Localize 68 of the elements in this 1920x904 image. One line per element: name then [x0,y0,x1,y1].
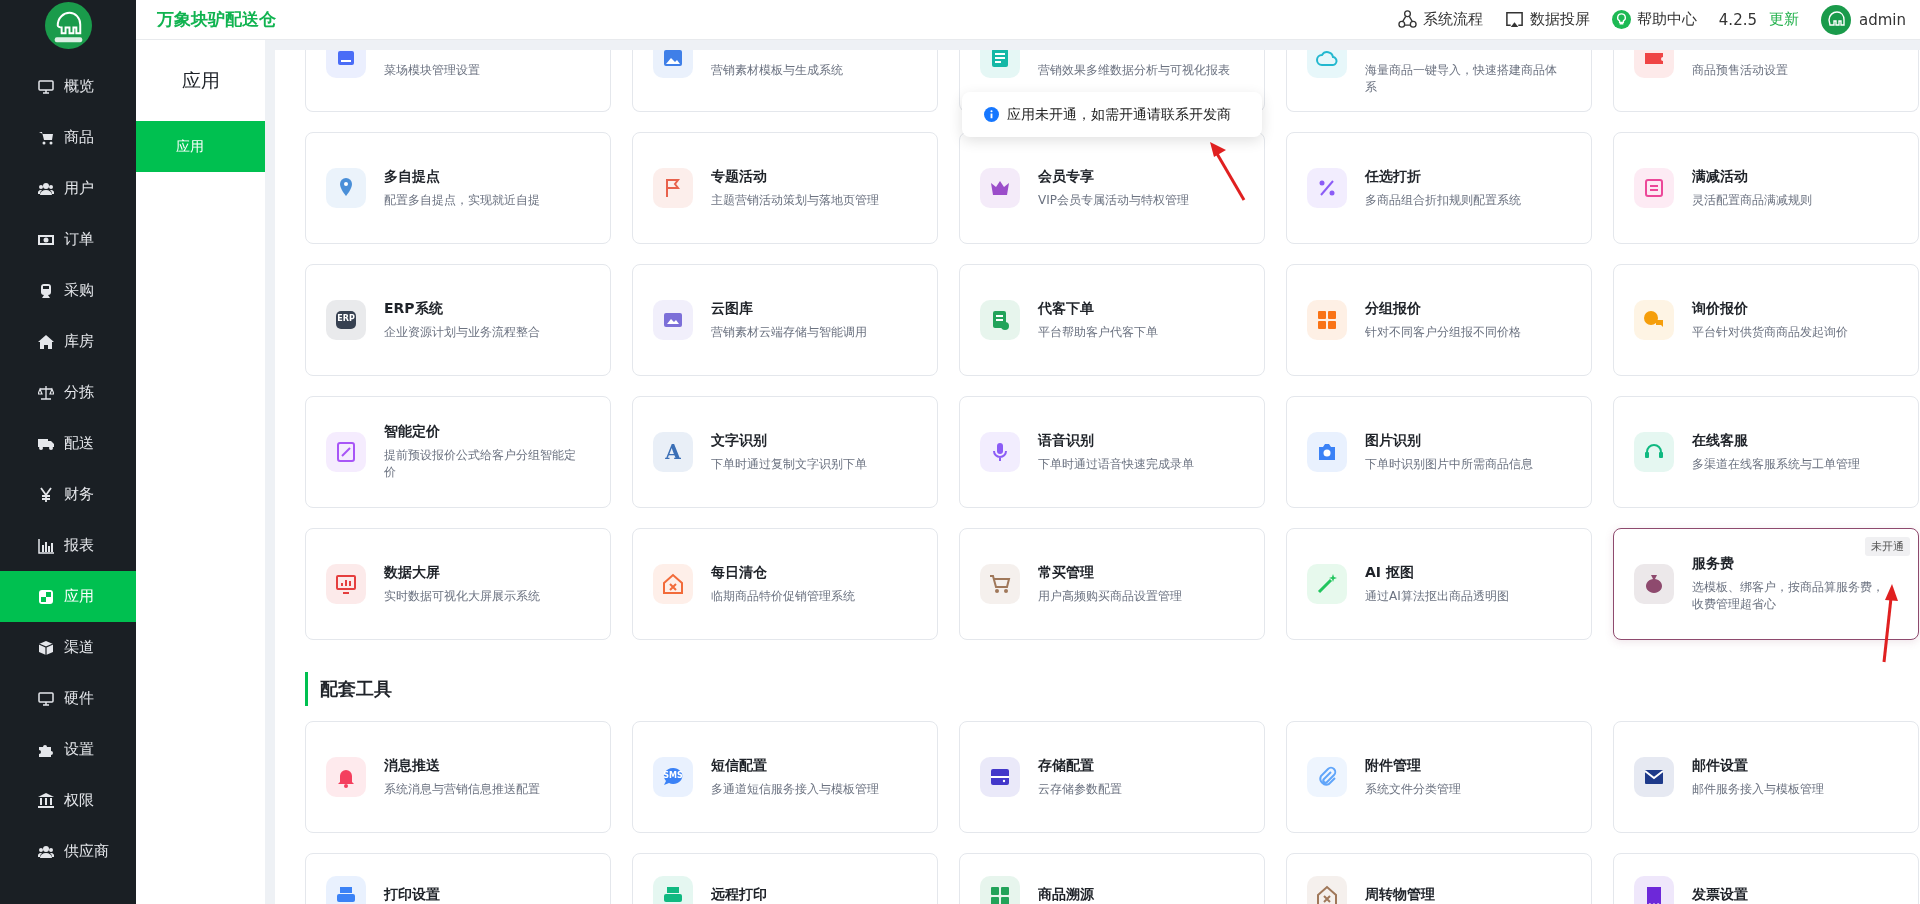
card-description: 营销素材云端存储与智能调用 [711,323,868,341]
card-title: 短信配置 [711,756,768,775]
card-title: 存储配置 [1038,756,1095,775]
card-description: 系统文件分类管理 [1365,780,1462,798]
card-description: 邮件服务接入与模板管理 [1692,780,1825,798]
card-description: 系统消息与营销信息推送配置 [384,780,541,798]
card-title: 邮件设置 [1692,756,1749,775]
card-description: 平台帮助客户代客下单 [1038,323,1159,341]
card-description: 临期商品特价促销管理系统 [711,587,856,605]
card-description: 企业资源计划与业务流程整合 [384,323,541,341]
icon-label: SMS [662,770,684,782]
card-description: 营销素材模板与生成系统 [711,62,844,79]
card-title: 远程打印 [711,886,768,904]
card-title: 满减活动 [1692,167,1749,186]
card-title: ERP系统 [384,299,444,318]
card-description: 提前预设报价公式给客户分组智能定价 [384,447,577,481]
card-description: 配置多自提点，实现就近自提 [384,191,541,209]
card-description: 下单时通过语音快速完成录单 [1038,455,1195,473]
card-title: 周转物管理 [1365,886,1436,904]
section-heading: 配套工具 [305,672,1920,706]
card-title: 分组报价 [1365,299,1422,318]
card-title: 服务费 [1692,555,1735,573]
card-description: 平台针对供货商商品发起询价 [1692,323,1849,341]
card-title: 文字识别 [711,431,768,450]
card-description: 通过AI算法抠出商品透明图 [1365,587,1510,605]
card-description: VIP会员专属活动与特权管理 [1038,191,1190,209]
card-description: 主题营销活动策划与落地页管理 [711,191,880,209]
card-description: 多商品组合折扣规则配置系统 [1365,191,1522,209]
card-title: 发票设置 [1692,886,1749,904]
version-number: 4.2.5 [1718,10,1757,29]
card-title: 会员专享 [1038,167,1095,186]
card-description: 灵活配置商品满减规则 [1692,191,1813,209]
status-badge: 未开通 [1865,537,1910,556]
card-description: 多通道短信服务接入与模板管理 [711,780,880,798]
card-description: 针对不同客户分组报不同价格 [1365,323,1522,341]
card-title: AI 抠图 [1365,563,1415,582]
subnav-title: 应用 [180,67,221,93]
card-title: 打印设置 [384,886,441,904]
card-title: 消息推送 [384,756,441,775]
icon-label: A [665,441,681,463]
card-description: 下单时通过复制文字识别下单 [711,455,868,473]
card-title: 每日清仓 [711,563,768,582]
icon-label: ERP [336,313,356,325]
brand-title: 万象块驴配送仓 [157,8,276,31]
card-description: 云存储参数配置 [1038,780,1123,798]
card-title: 图片识别 [1365,431,1422,450]
card-title: 专题活动 [711,167,768,186]
card-description: 多渠道在线客服系统与工单管理 [1692,455,1861,473]
card-title: 语音识别 [1038,431,1095,450]
card-title: 附件管理 [1365,756,1422,775]
card-description: 下单时识别图片中所需商品信息 [1365,455,1534,473]
card-title: 智能定价 [384,423,441,441]
card-title: 云图库 [711,299,754,318]
card-title: 多自提点 [384,167,441,186]
card-title: 询价报价 [1692,299,1749,318]
card-description: 海量商品一键导入，快速搭建商品体系 [1365,62,1558,96]
card-title: 代客下单 [1038,299,1095,318]
card-description: 用户高频购买商品设置管理 [1038,587,1183,605]
card-title: 数据大屏 [384,563,441,582]
card-description: 选模板、绑客户，按商品算服务费，收费管理超省心 [1692,579,1885,613]
card-description: 菜场模块管理设置 [384,62,481,79]
card-description: 实时数据可视化大屏展示系统 [384,587,541,605]
card-title: 任选打折 [1365,167,1422,186]
card-description: 营销效果多维数据分析与可视化报表 [1038,62,1231,79]
card-title: 在线客服 [1692,431,1749,450]
card-title: 商品溯源 [1038,886,1095,904]
card-description: 商品预售活动设置 [1692,62,1789,79]
card-title: 常买管理 [1038,563,1095,582]
